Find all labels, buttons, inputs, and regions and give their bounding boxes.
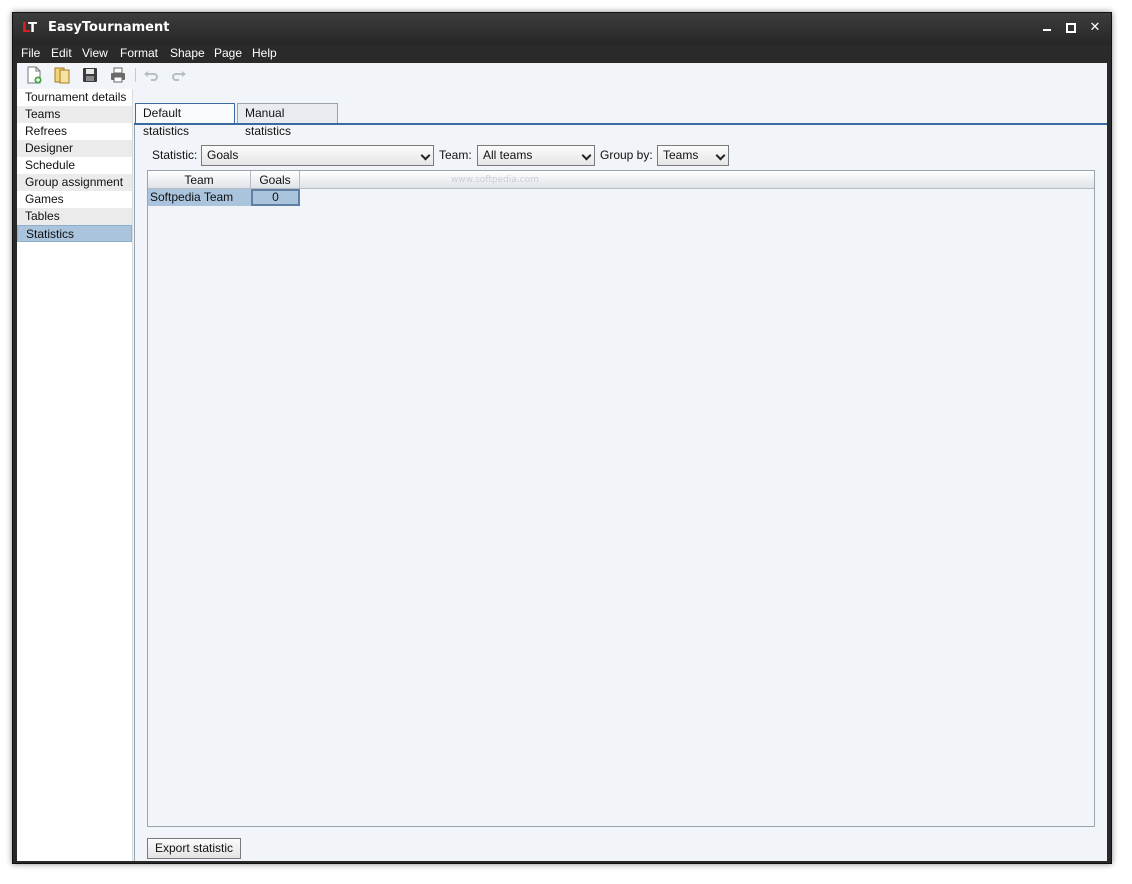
sidebar-item-tables[interactable]: Tables: [17, 208, 132, 225]
sidebar-item-group-assignment[interactable]: Group assignment: [17, 174, 132, 191]
table-header: Team Goals www.softpedia.com: [148, 171, 1094, 189]
statistics-table: Team Goals www.softpedia.com Softpedia T…: [147, 170, 1095, 827]
groupby-select[interactable]: Teams: [657, 145, 729, 166]
sidebar-item-designer[interactable]: Designer: [17, 140, 132, 157]
menu-shape[interactable]: Shape: [170, 46, 205, 60]
client-area: Tournament details Teams Refrees Designe…: [17, 63, 1107, 861]
groupby-select-value: Teams: [663, 148, 699, 162]
open-icon[interactable]: [53, 66, 71, 84]
maximize-icon: [1066, 23, 1076, 33]
chevron-down-icon: [581, 150, 592, 161]
main-panel: Default statistics Manual statistics Sta…: [134, 89, 1107, 861]
groupby-label: Group by:: [600, 148, 653, 162]
menu-help[interactable]: Help: [252, 46, 277, 60]
watermark-text: www.softpedia.com: [451, 175, 539, 185]
window-title: EasyTournament: [48, 20, 170, 35]
save-icon[interactable]: [81, 66, 99, 84]
app-logo-icon: LT: [22, 21, 38, 36]
menu-file[interactable]: File: [21, 46, 40, 60]
sidebar-item-games[interactable]: Games: [17, 191, 132, 208]
sidebar-item-schedule[interactable]: Schedule: [17, 157, 132, 174]
statistic-label: Statistic:: [152, 148, 198, 162]
minimize-button[interactable]: [1037, 19, 1057, 37]
toolbar: [17, 63, 1107, 87]
sidebar-item-refrees[interactable]: Refrees: [17, 123, 132, 140]
team-select-value: All teams: [483, 148, 533, 162]
team-select[interactable]: All teams: [477, 145, 595, 166]
menu-view[interactable]: View: [82, 46, 108, 60]
new-icon[interactable]: [25, 66, 43, 84]
export-statistic-button[interactable]: Export statistic: [147, 838, 241, 859]
column-header-goals[interactable]: Goals: [251, 171, 300, 189]
undo-icon[interactable]: [142, 66, 160, 84]
sidebar-item-teams[interactable]: Teams: [17, 106, 132, 123]
chevron-down-icon: [715, 150, 726, 161]
column-header-team[interactable]: Team: [148, 171, 251, 189]
sidebar-item-tournament-details[interactable]: Tournament details: [17, 89, 132, 106]
toolbar-separator: [135, 68, 136, 82]
tab-manual-statistics[interactable]: Manual statistics: [237, 103, 338, 138]
menu-edit[interactable]: Edit: [51, 46, 72, 60]
sidebar-item-statistics[interactable]: Statistics: [17, 225, 132, 242]
menu-bar: File Edit View Format Shape Page Help: [13, 45, 1111, 63]
chevron-down-icon: [420, 150, 431, 161]
team-label: Team:: [439, 148, 472, 162]
window-controls: ✕: [1037, 19, 1105, 37]
close-button[interactable]: ✕: [1085, 19, 1105, 37]
sidebar: Tournament details Teams Refrees Designe…: [17, 89, 133, 861]
tab-default-statistics[interactable]: Default statistics: [135, 103, 235, 138]
statistics-panel: Statistic: Goals Team: All teams Group b…: [134, 125, 1107, 861]
cell-team[interactable]: Softpedia Team: [148, 189, 251, 206]
app-window: LT EasyTournament ✕ File Edit View Forma…: [12, 12, 1112, 864]
print-icon[interactable]: [109, 66, 127, 84]
title-bar[interactable]: LT EasyTournament ✕: [13, 13, 1111, 45]
menu-format[interactable]: Format: [120, 46, 158, 60]
menu-page[interactable]: Page: [214, 46, 242, 60]
redo-icon[interactable]: [170, 66, 188, 84]
minimize-icon: [1043, 29, 1051, 31]
cell-goals[interactable]: 0: [251, 189, 300, 206]
statistic-select[interactable]: Goals: [201, 145, 434, 166]
statistic-select-value: Goals: [207, 148, 239, 162]
maximize-button[interactable]: [1061, 19, 1081, 37]
close-icon: ✕: [1089, 20, 1101, 35]
